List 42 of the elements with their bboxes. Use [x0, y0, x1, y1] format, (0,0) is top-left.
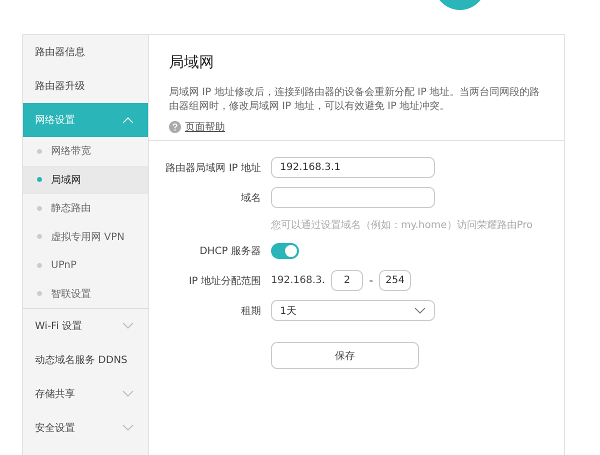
field-label: 租期	[240, 304, 262, 318]
sidebar-item[interactable]: 安全设置	[23, 411, 148, 445]
sidebar-subitem[interactable]: 静态路由	[23, 194, 148, 222]
chevron-down-icon	[414, 306, 426, 314]
bullet-icon	[37, 262, 42, 268]
sidebar-item[interactable]: 路由器信息	[23, 35, 148, 69]
field-label: 路由器局域网 IP 地址	[164, 162, 262, 174]
description-text: 局域网 IP 地址修改后，连接到路由器的设备会重新分配 IP 地址。当两台同网段的路由器组网时，修改局域网 IP 地址，可以有效避免 IP 地址冲突。	[169, 86, 541, 114]
bullet-icon	[37, 291, 42, 296]
sidebar-subitem[interactable]: 智联设置	[23, 280, 148, 308]
help-link[interactable]: 页面帮助	[185, 120, 225, 134]
field-label: IP 地址分配范围	[188, 274, 262, 288]
input-field[interactable]	[271, 187, 435, 208]
hint-text: 您可以通过设置域名（例如：my.home）访问荣耀路由Pro	[271, 220, 533, 231]
help-icon	[169, 121, 181, 133]
range-separator: -	[369, 274, 374, 287]
dropdown[interactable]: 1天	[271, 300, 435, 321]
bullet-icon	[37, 148, 42, 154]
bullet-icon	[37, 177, 42, 182]
ip-prefix: 192.168.3.	[271, 275, 326, 286]
input-field[interactable]: 2	[331, 270, 364, 291]
input-field[interactable]: 254	[379, 270, 412, 291]
input-field[interactable]: 192.168.3.1	[271, 157, 435, 178]
chevron-down-icon	[122, 390, 134, 398]
chevron-down-icon	[122, 424, 134, 432]
sidebar-subitem[interactable]: 局域网	[23, 166, 148, 194]
sidebar-item[interactable]: Wi-Fi 设置	[23, 309, 148, 343]
sidebar-subitem[interactable]: 网络带宽	[23, 137, 148, 166]
chevron-up-icon	[122, 116, 134, 124]
sidebar-subitem[interactable]: 虚拟专用网 VPN	[23, 222, 148, 251]
toggle-switch[interactable]	[271, 242, 299, 258]
bullet-icon	[37, 206, 42, 211]
page-title: 局域网	[169, 53, 215, 72]
bullet-icon	[37, 234, 42, 240]
field-label: DHCP 服务器	[198, 244, 262, 258]
sidebar-item[interactable]: 动态域名服务 DDNS	[23, 343, 148, 377]
chevron-down-icon	[122, 322, 134, 330]
sidebar-item[interactable]: 路由器升级	[23, 69, 148, 103]
field-label: 域名	[240, 192, 262, 204]
sidebar-item[interactable]: 存储共享	[23, 377, 148, 411]
sidebar-subitem[interactable]: UPnP	[23, 251, 148, 280]
save-button[interactable]: 保存	[271, 342, 419, 369]
